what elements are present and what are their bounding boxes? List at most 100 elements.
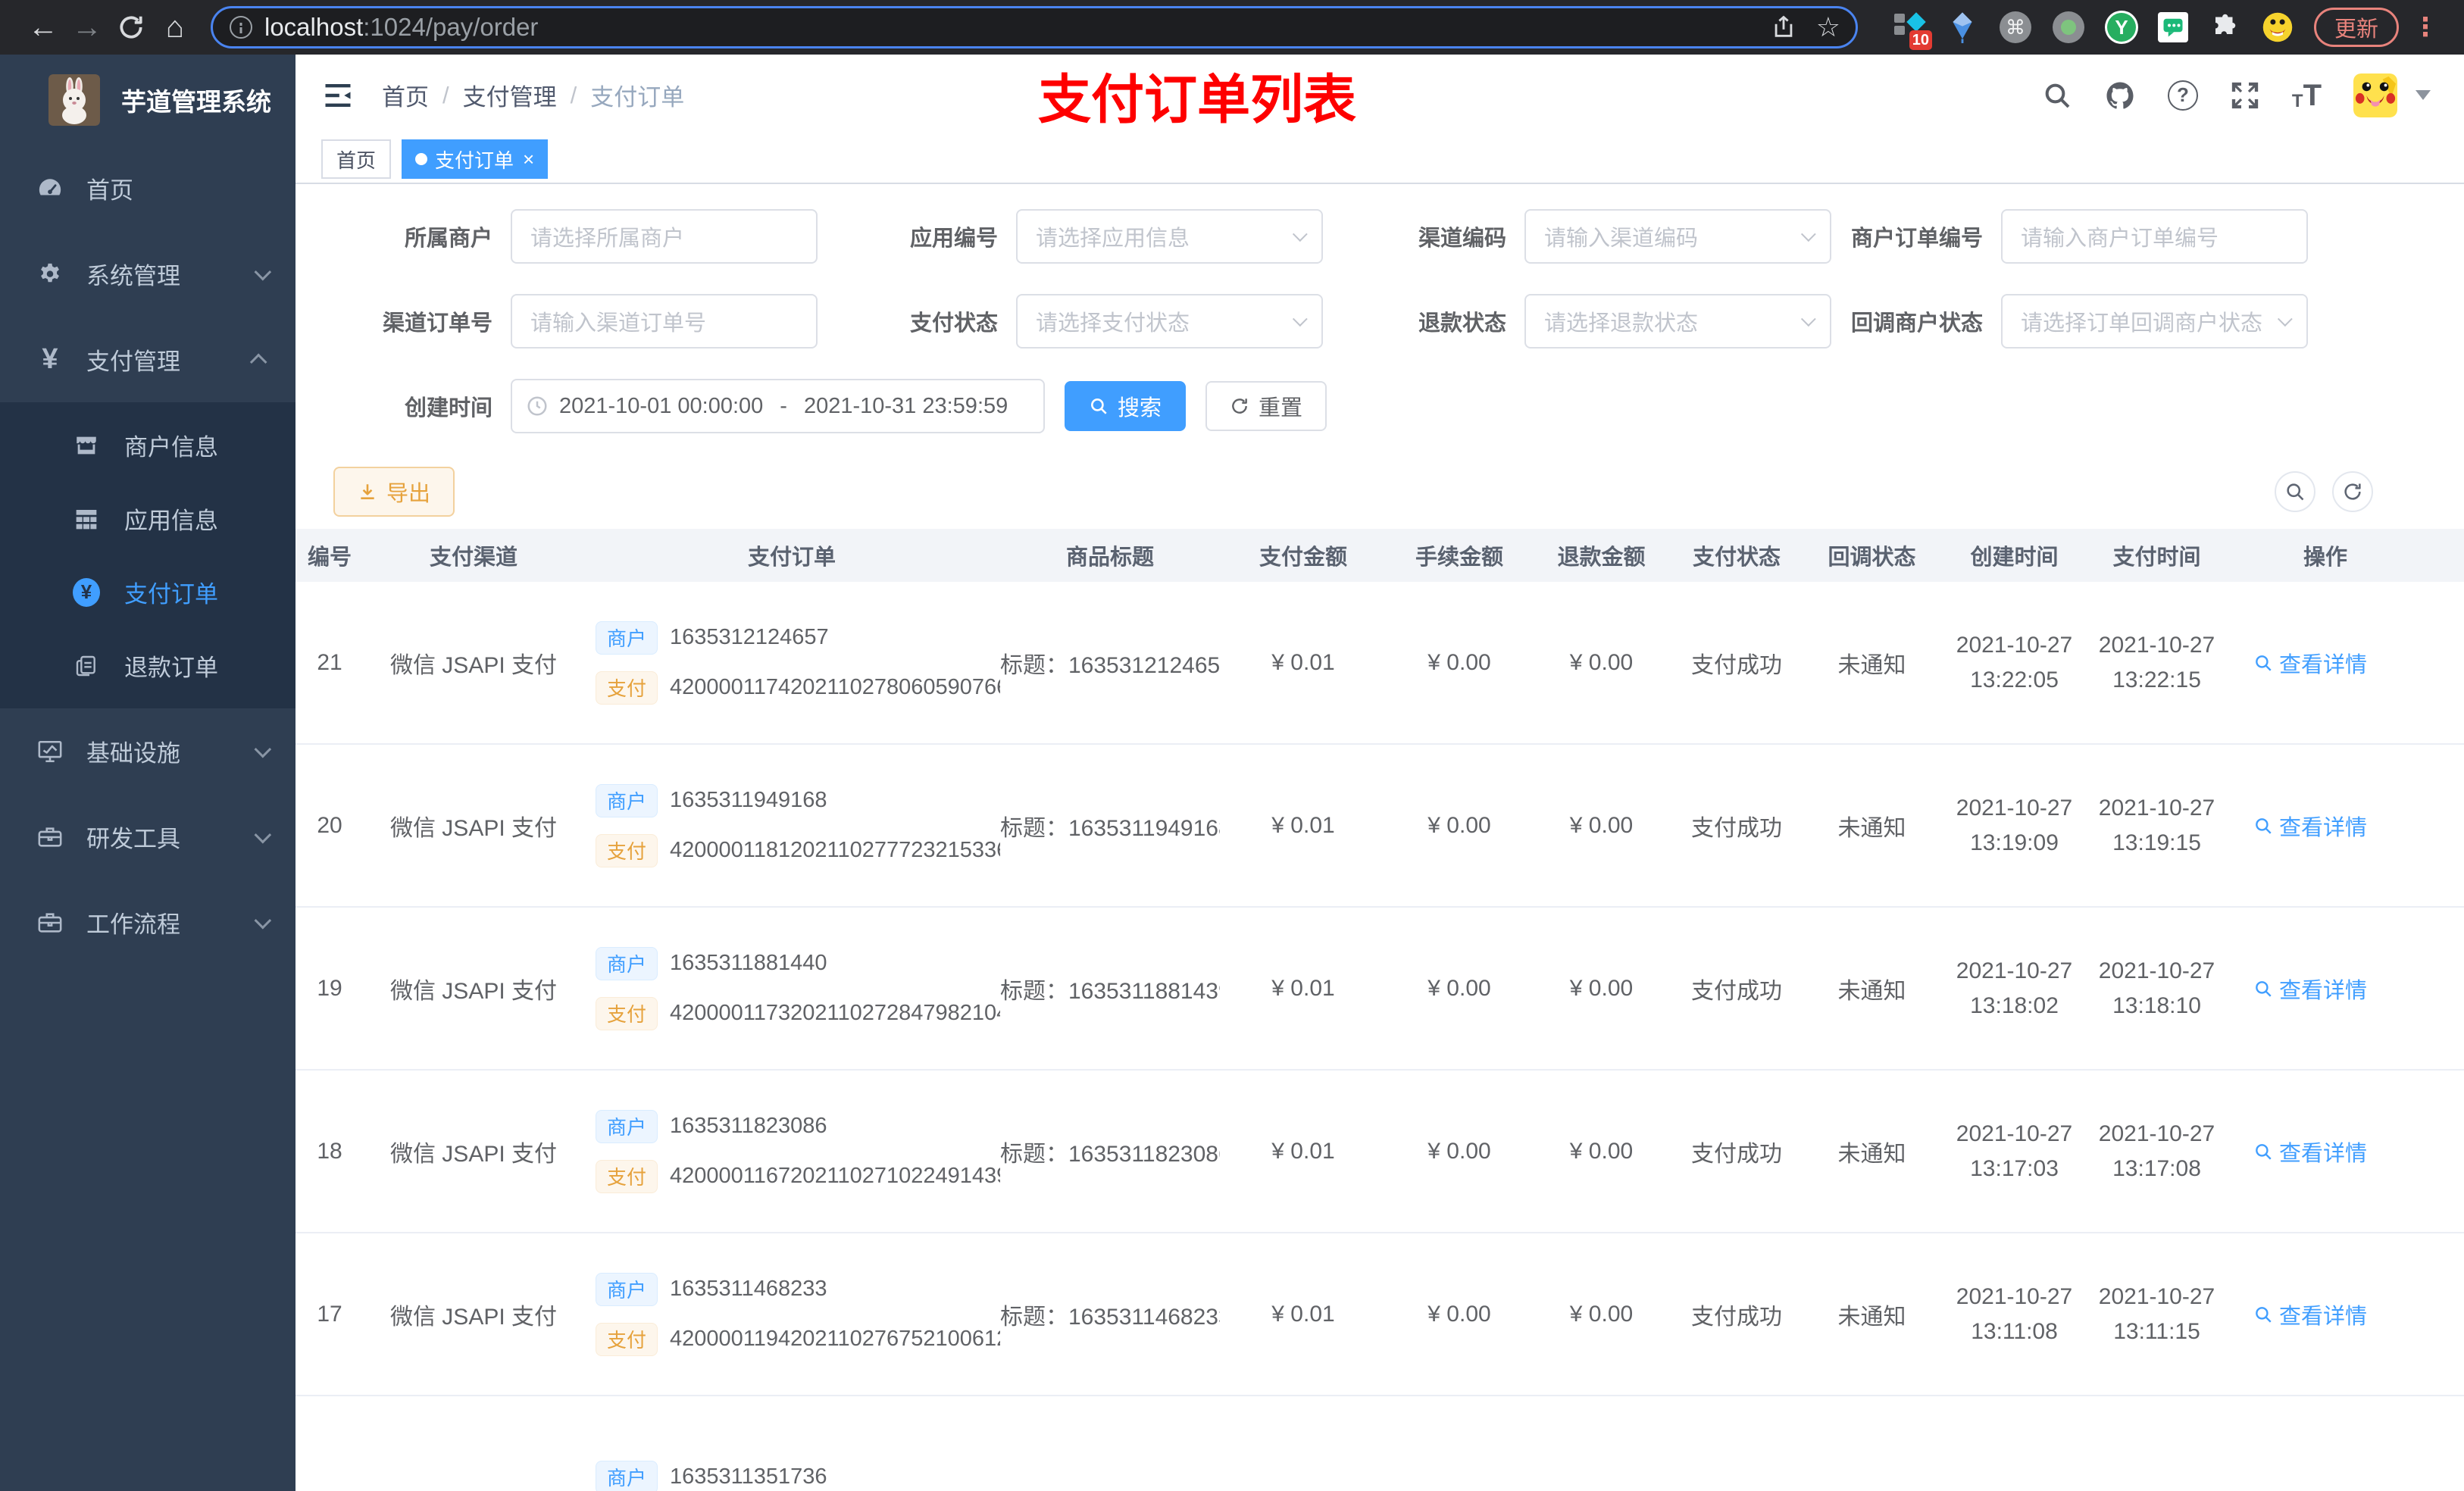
search-icon [2256,1143,2272,1160]
app-select[interactable]: 请选择应用信息 [1016,209,1323,264]
sidebar-item-payment[interactable]: ¥ 支付管理 [0,317,295,402]
browser-menu-icon[interactable]: ⋮ [2405,12,2446,42]
search-button[interactable]: 搜索 [1065,381,1187,432]
cell-id: 17 [317,1301,342,1327]
filter-merchant-order-no: 商户订单编号 请输入商户订单编号 [1848,209,2308,264]
gear-icon [36,261,64,288]
bookmark-star-icon[interactable]: ☆ [1816,11,1840,43]
view-detail-link[interactable]: 查看详情 [2253,973,2397,1005]
cell-pay-time: 2021-10-27 13:11:15 [2087,1280,2226,1349]
fullscreen-icon[interactable] [2230,80,2260,111]
grid-icon [73,505,100,533]
clock-icon [527,396,547,416]
extensions-puzzle-icon[interactable] [2208,11,2241,44]
cell-notify: 未通知 [1837,978,1906,1004]
view-detail-link[interactable]: 查看详情 [2253,647,2397,679]
sidebar-item-infrastructure[interactable]: 基础设施 [0,708,295,794]
cell-id: 20 [317,812,342,838]
cell-order: 商户 1635311823086 支付 4200001167202110271022… [583,1109,1000,1193]
cell-fee: ¥ 0.00 [1427,975,1491,1001]
site-info-icon[interactable] [230,16,252,39]
cell-status: 支付成功 [1691,978,1782,1004]
logo-rabbit-image [48,74,100,126]
storefront-icon [73,432,100,459]
create-time-range-picker[interactable]: 2021-10-01 00:00:00 - 2021-10-31 23:59:5… [511,379,1045,434]
sidebar-item-workflow[interactable]: 工作流程 [0,880,295,965]
view-detail-link[interactable]: 查看详情 [2253,810,2397,842]
filter-create-time: 创建时间 2021-10-01 00:00:00 - 2021-10-31 23… [303,379,1045,434]
extension-chat-icon[interactable] [2157,12,2188,42]
topbar-actions: ? TT [2042,73,2431,117]
tag-home[interactable]: 首页 [321,139,392,180]
sidebar-item-refund-order[interactable]: 退款订单 [0,629,295,702]
font-size-icon[interactable]: TT [2292,80,2322,111]
col-notify: 回调状态 [1828,545,1916,570]
browser-forward-icon[interactable]: → [65,11,109,45]
notify-status-select[interactable]: 请选择订单回调商户状态 [2001,294,2308,349]
extension-command-icon[interactable]: ⌘ [1999,11,2032,44]
yen-glyph: ¥ [73,577,100,607]
sidebar-item-app-info[interactable]: 应用信息 [0,482,295,555]
channel-code-select[interactable]: 请输入渠道编码 [1524,209,1831,264]
sidebar-item-label: 退款订单 [124,655,218,681]
merchant-select[interactable]: 请选择所属商户 [511,209,818,264]
extension-diamond-icon[interactable]: 10 [1893,11,1932,50]
export-button[interactable]: 导出 [333,467,455,517]
extension-balloon-icon[interactable] [1946,11,1979,44]
browser-reload-icon[interactable] [109,13,153,42]
cell-status: 支付成功 [1691,1141,1782,1167]
view-detail-link[interactable]: 查看详情 [2253,1299,2397,1330]
toggle-search-button[interactable] [2275,471,2315,513]
breadcrumb-payment[interactable]: 支付管理 [463,78,557,112]
url-bar[interactable]: localhost:1024/pay/order ☆ [211,6,1858,48]
share-icon[interactable] [1771,14,1796,40]
cell-notify: 未通知 [1837,652,1906,678]
extension-dot-icon[interactable] [2052,11,2085,44]
sidebar-item-label: 工作流程 [86,911,180,938]
time: 13:19:15 [2112,830,2201,855]
search-icon [1091,399,1107,414]
top-navbar: 首页 / 支付管理 / 支付订单 支付订单列表 ? T T [295,55,2464,136]
view-detail-link[interactable]: 查看详情 [2253,1136,2397,1167]
channel-order-no-input[interactable]: 请输入渠道订单号 [511,294,818,349]
refresh-table-button[interactable] [2332,471,2373,513]
chevron-down-icon [1800,311,1816,327]
help-icon[interactable]: ? [2167,80,2198,111]
sidebar-item-home[interactable]: 首页 [0,145,295,231]
cell-notify: 未通知 [1837,815,1906,841]
browser-home-icon[interactable]: ⌂ [153,11,197,45]
avatar-caret-icon[interactable] [2416,90,2431,101]
cell-fee: ¥ 0.00 [1427,649,1491,675]
toolbox-icon [36,909,64,936]
filter-row-1: 所属商户 请选择所属商户 应用编号 请选择应用信息 渠道编码 请输入渠道编码 商… [303,209,2464,264]
time: 13:17:03 [1970,1155,2059,1181]
search-icon [2256,980,2272,997]
avatar[interactable] [2353,73,2397,117]
refund-status-select[interactable]: 请选择退款状态 [1524,294,1831,349]
search-icon[interactable] [2042,80,2072,111]
chevron-down-icon [254,826,272,843]
tag-close-icon[interactable]: × [523,148,534,171]
date: 2021-10-27 [2098,795,2215,821]
pay-status-select[interactable]: 请选择支付状态 [1016,294,1323,349]
merchant-order-no-input[interactable]: 请输入商户订单编号 [2001,209,2308,264]
sidebar-collapse-icon[interactable] [321,79,355,112]
sidebar-item-merchant-info[interactable]: 商户信息 [0,408,295,482]
merchant-order-no: 1635311881440 [670,951,827,976]
sidebar-item-dev-tools[interactable]: 研发工具 [0,794,295,880]
github-icon[interactable] [2104,80,2136,111]
reset-button[interactable]: 重置 [1205,381,1327,432]
breadcrumb-separator: / [570,81,577,108]
sidebar-item-pay-order[interactable]: ¥ 支付订单 [0,555,295,629]
sidebar-item-label: 应用信息 [124,508,218,534]
extension-emoji-icon[interactable] [2261,11,2294,44]
browser-back-icon[interactable]: ← [21,11,65,45]
sidebar-item-system[interactable]: 系统管理 [0,231,295,317]
date: 2021-10-27 [1956,632,2073,658]
merchant-order-no: 1635311468233 [670,1277,827,1302]
tag-pay-order[interactable]: 支付订单 × [402,139,549,180]
cell-pay-time: 2021-10-27 13:19:15 [2087,791,2226,861]
browser-update-button[interactable]: 更新 [2313,8,2399,47]
extension-y-icon[interactable]: Y [2104,11,2138,44]
breadcrumb-home[interactable]: 首页 [382,78,429,112]
